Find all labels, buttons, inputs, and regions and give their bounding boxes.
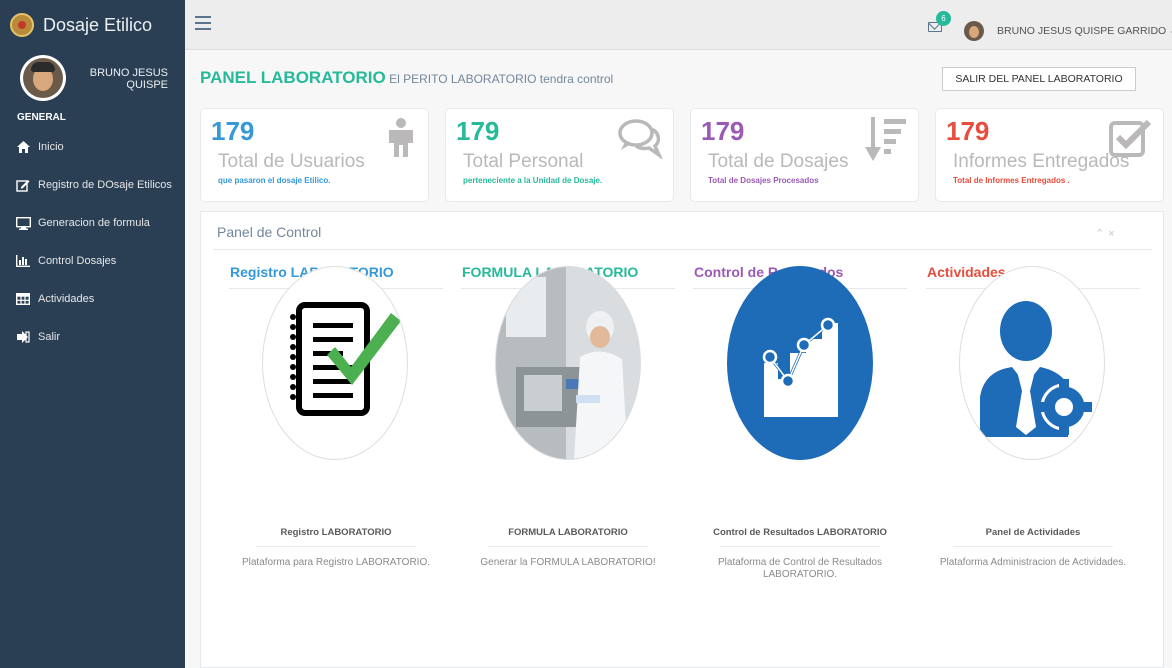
card-title[interactable]: Panel de Actividades	[926, 527, 1140, 538]
stat-desc: Total de Informes Entregados .	[953, 176, 1070, 185]
stat-desc: que pasaron el dosaje Etilico.	[218, 176, 331, 185]
close-icon[interactable]: ×	[1108, 228, 1118, 240]
sidebar-item-label: Generacion de formula	[38, 217, 150, 229]
sidebar-item-label: Actividades	[38, 293, 95, 305]
user-name: BRUNO JESUS QUISPE GARRIDO	[997, 25, 1167, 37]
bar-chart-icon	[15, 254, 31, 268]
page-title: PANEL LABORATORIO El PERITO LABORATORIO …	[200, 68, 613, 88]
card-description: Plataforma para Registro LABORATORIO.	[241, 557, 431, 568]
sidebar-item-inicio[interactable]: Inicio	[0, 128, 185, 166]
user-icon	[384, 117, 418, 160]
sidebar-item-registro[interactable]: Registro de DOsaje Etilicos	[0, 166, 185, 204]
top-navbar: 6 BRUNO JESUS QUISPE GARRIDO ⌄	[185, 0, 1172, 50]
panel-title: Panel de Control	[217, 224, 322, 240]
lab-technician-photo[interactable]	[495, 266, 641, 460]
divider	[720, 546, 880, 547]
sign-out-icon	[15, 330, 31, 344]
sidebar-item-label: Registro de DOsaje Etilicos	[38, 179, 172, 191]
brand-title: Dosaje Etilico	[43, 14, 153, 35]
desktop-icon	[15, 216, 31, 230]
divider	[488, 546, 648, 547]
stat-tile-informes: 179 Informes Entregados Total de Informe…	[935, 108, 1164, 202]
sidebar-item-formula[interactable]: Generacion de formula	[0, 204, 185, 242]
user-avatar[interactable]	[964, 21, 984, 41]
divider	[953, 546, 1113, 547]
divider	[213, 249, 1152, 250]
page-subtitle: El PERITO LABORATORIO tendra control	[389, 72, 614, 86]
sidebar-item-label: Salir	[38, 331, 61, 343]
user-menu[interactable]: BRUNO JESUS QUISPE GARRIDO ⌄	[997, 25, 1172, 37]
sidebar-profile: BRUNO JESUS QUISPE	[0, 50, 185, 106]
sidebar: Dosaje Etilico BRUNO JESUS QUISPE GENERA…	[0, 0, 185, 668]
table-icon	[15, 292, 31, 306]
card-title[interactable]: FORMULA LABORATORIO	[461, 527, 675, 538]
stat-tile-dosajes: 179 Total de Dosajes Total de Dosajes Pr…	[690, 108, 919, 202]
exit-panel-button[interactable]: SALIR DEL PANEL LABORATORIO	[942, 67, 1136, 91]
menu-section-title: GENERAL	[17, 112, 66, 123]
sort-amount-icon	[864, 117, 908, 164]
card-description: Plataforma de Control de Resultados LABO…	[718, 557, 882, 580]
notification-badge: 6	[936, 11, 951, 26]
card-description: Generar la FORMULA LABORATORIO!	[480, 557, 656, 568]
collapse-icon[interactable]: ⌃	[1095, 228, 1108, 240]
home-icon	[15, 140, 31, 154]
brand[interactable]: Dosaje Etilico	[0, 0, 185, 50]
checklist-icon[interactable]	[262, 266, 408, 460]
panel-tools: ⌃×	[1095, 227, 1119, 240]
sidebar-item-control[interactable]: Control Dosajes	[0, 242, 185, 280]
card-title[interactable]: Control de Resultados LABORATORIO	[693, 527, 907, 538]
sidebar-item-salir[interactable]: Salir	[0, 318, 185, 356]
menu-toggle-icon[interactable]	[195, 16, 211, 30]
police-logo-icon	[10, 13, 34, 37]
control-panel: Panel de Control ⌃× Registro LABORATORIO…	[200, 211, 1164, 668]
profile-name: BRUNO JESUS QUISPE	[89, 67, 168, 91]
stat-tile-usuarios: 179 Total de Usuarios que pasaron el dos…	[200, 108, 429, 202]
sidebar-item-actividades[interactable]: Actividades	[0, 280, 185, 318]
card-description: Plataforma Administracion de Actividades…	[939, 557, 1127, 568]
page-title-main: PANEL LABORATORIO	[200, 68, 386, 87]
admin-user-gear-icon[interactable]	[959, 266, 1105, 460]
growth-chart-icon[interactable]	[727, 266, 873, 460]
check-square-icon	[1109, 117, 1153, 162]
divider	[256, 546, 416, 547]
sidebar-item-label: Control Dosajes	[38, 255, 117, 267]
stat-tile-personal: 179 Total Personal perteneciente a la Un…	[445, 108, 674, 202]
comments-icon	[617, 117, 664, 162]
stat-desc: Total de Dosajes Procesados	[708, 176, 819, 185]
card-title[interactable]: Registro LABORATORIO	[229, 527, 443, 538]
avatar	[20, 55, 66, 101]
stat-desc: perteneciente a la Unidad de Dosaje.	[463, 176, 603, 185]
edit-icon	[15, 178, 31, 192]
sidebar-item-label: Inicio	[38, 141, 64, 153]
